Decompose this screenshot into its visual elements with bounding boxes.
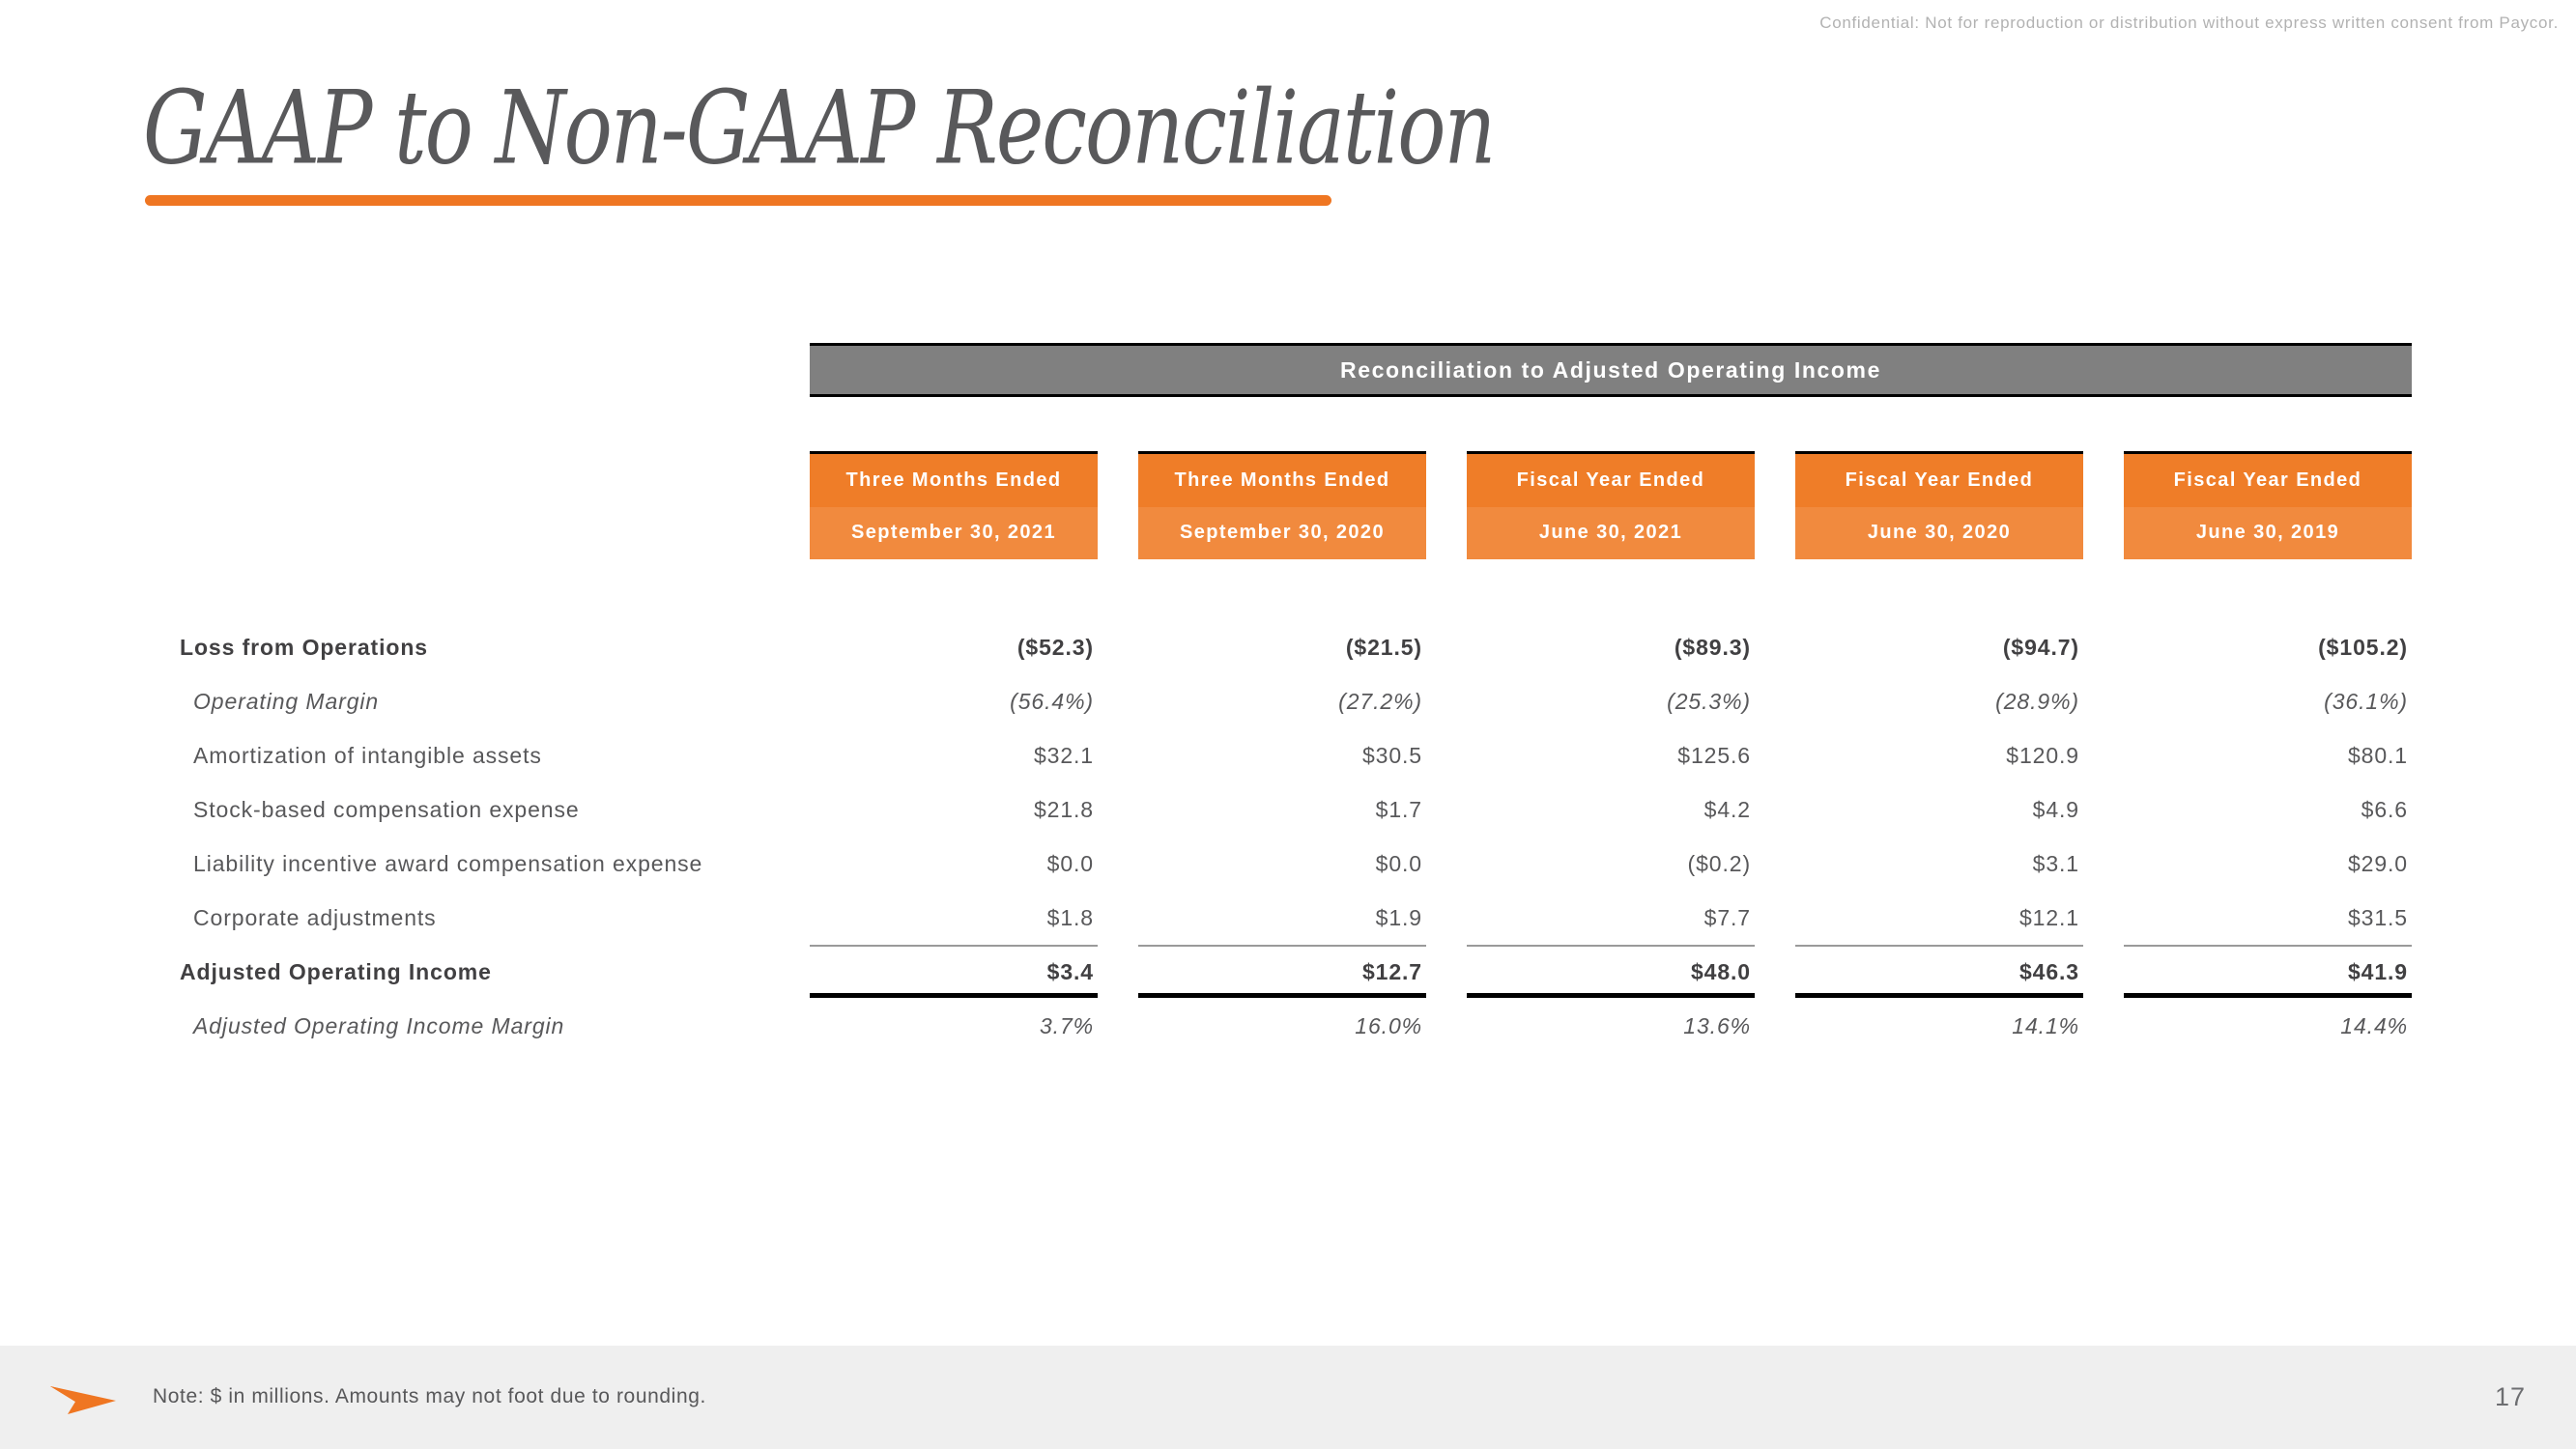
table-cell: $12.7 [1138, 945, 1426, 999]
table-cell: $7.7 [1703, 904, 1751, 930]
table-cell: $0.0 [1375, 850, 1422, 876]
table-cell: $4.9 [2032, 796, 2079, 822]
table-cell: 14.4% [2340, 1012, 2408, 1038]
table-row: Operating Margin (56.4%) (27.2%) (25.3%) (28… [0, 674, 2576, 728]
table-row: Stock-based compensation expense $21.8 $1.… [0, 782, 2576, 837]
table-cell: $3.4 [810, 945, 1098, 999]
table-cell: $3.1 [2032, 850, 2079, 876]
table-row: Liability incentive award compensation e… [0, 837, 2576, 891]
column-header-date-label: June 30, 2019 [2124, 506, 2412, 559]
table-cell: $1.8 [1046, 904, 1094, 930]
table-cell: $21.8 [1033, 796, 1094, 822]
table-cell: 14.1% [2012, 1012, 2079, 1038]
table-cell: (36.1%) [2324, 688, 2408, 714]
table-row: Adjusted Operating Income $3.4 $12.7 $48.0 $… [0, 945, 2576, 999]
column-header-5: Fiscal Year Ended June 30, 2019 [2124, 451, 2412, 559]
table-cell: $48.0 [1467, 945, 1755, 999]
table-section-header: Reconciliation to Adjusted Operating Inc… [810, 343, 2412, 397]
table-cell: 13.6% [1683, 1012, 1751, 1038]
row-label: Adjusted Operating Income Margin [193, 1012, 565, 1038]
table-cell: $80.1 [2347, 742, 2408, 768]
column-header-period-label: Three Months Ended [1138, 454, 1426, 507]
table-cell: $1.9 [1375, 904, 1422, 930]
row-label: Corporate adjustments [193, 904, 437, 930]
table-cell: ($21.5) [1345, 634, 1422, 660]
table-cell: (28.9%) [1995, 688, 2079, 714]
column-header-date-label: June 30, 2021 [1467, 506, 1755, 559]
table-cell: 16.0% [1355, 1012, 1422, 1038]
row-label: Amortization of intangible assets [193, 742, 542, 768]
table-cell: ($89.3) [1674, 634, 1751, 660]
table-cell: $32.1 [1033, 742, 1094, 768]
column-header-date-label: September 30, 2020 [1138, 506, 1426, 559]
column-header-1: Three Months Ended September 30, 2021 [810, 451, 1098, 559]
column-header-period-label: Three Months Ended [810, 454, 1098, 507]
column-header-period-label: Fiscal Year Ended [1795, 454, 2083, 507]
table-cell: $46.3 [1795, 945, 2083, 999]
column-header-3: Fiscal Year Ended June 30, 2021 [1467, 451, 1755, 559]
row-label: Operating Margin [193, 688, 380, 714]
table-cell: $12.1 [2018, 904, 2079, 930]
footer-note: Note: $ in millions. Amounts may not foo… [153, 1385, 706, 1407]
table-cell: ($52.3) [1016, 634, 1094, 660]
column-header-period-label: Fiscal Year Ended [1467, 454, 1755, 507]
footer: Note: $ in millions. Amounts may not foo… [0, 1346, 2576, 1449]
row-label: Liability incentive award compensation e… [193, 850, 703, 876]
table-cell: 3.7% [1039, 1012, 1094, 1038]
table-cell: $31.5 [2347, 904, 2408, 930]
table-cell: $41.9 [2124, 945, 2412, 999]
column-header-period-label: Fiscal Year Ended [2124, 454, 2412, 507]
table-cell: ($105.2) [2318, 634, 2408, 660]
row-label: Adjusted Operating Income [180, 958, 492, 984]
table-cell: $29.0 [2347, 850, 2408, 876]
table-cell: $1.7 [1375, 796, 1422, 822]
column-header-date-label: September 30, 2021 [810, 506, 1098, 559]
row-label: Loss from Operations [180, 634, 428, 660]
table-cell: $6.6 [2361, 796, 2408, 822]
table-cell: ($94.7) [2002, 634, 2079, 660]
reconciliation-table: Reconciliation to Adjusted Operating Inc… [0, 0, 2576, 1449]
table-cell: (25.3%) [1667, 688, 1751, 714]
table-cell: $4.2 [1703, 796, 1751, 822]
table-cell: (56.4%) [1010, 688, 1094, 714]
table-cell: $120.9 [2006, 742, 2079, 768]
table-cell: ($0.2) [1687, 850, 1751, 876]
table-row: Loss from Operations ($52.3) ($21.5) ($89.3… [0, 620, 2576, 674]
paycor-arrow-logo-icon [50, 1386, 116, 1414]
page-number: 17 [2494, 1382, 2526, 1411]
table-cell: $30.5 [1361, 742, 1422, 768]
table-row: Adjusted Operating Income Margin 3.7% 16.0… [0, 999, 2576, 1053]
row-label: Stock-based compensation expense [193, 796, 580, 822]
table-section-header-label: Reconciliation to Adjusted Operating Inc… [1340, 356, 1881, 383]
table-cell: (27.2%) [1338, 688, 1422, 714]
column-header-2: Three Months Ended September 30, 2020 [1138, 451, 1426, 559]
table-cell: $0.0 [1046, 850, 1094, 876]
column-header-4: Fiscal Year Ended June 30, 2020 [1795, 451, 2083, 559]
table-row: Amortization of intangible assets $32.1 $3… [0, 728, 2576, 782]
table-cell: $125.6 [1677, 742, 1751, 768]
column-header-date-label: June 30, 2020 [1795, 506, 2083, 559]
table-row: Corporate adjustments $1.8 $1.9 $7.7 $12.1 $3… [0, 891, 2576, 945]
